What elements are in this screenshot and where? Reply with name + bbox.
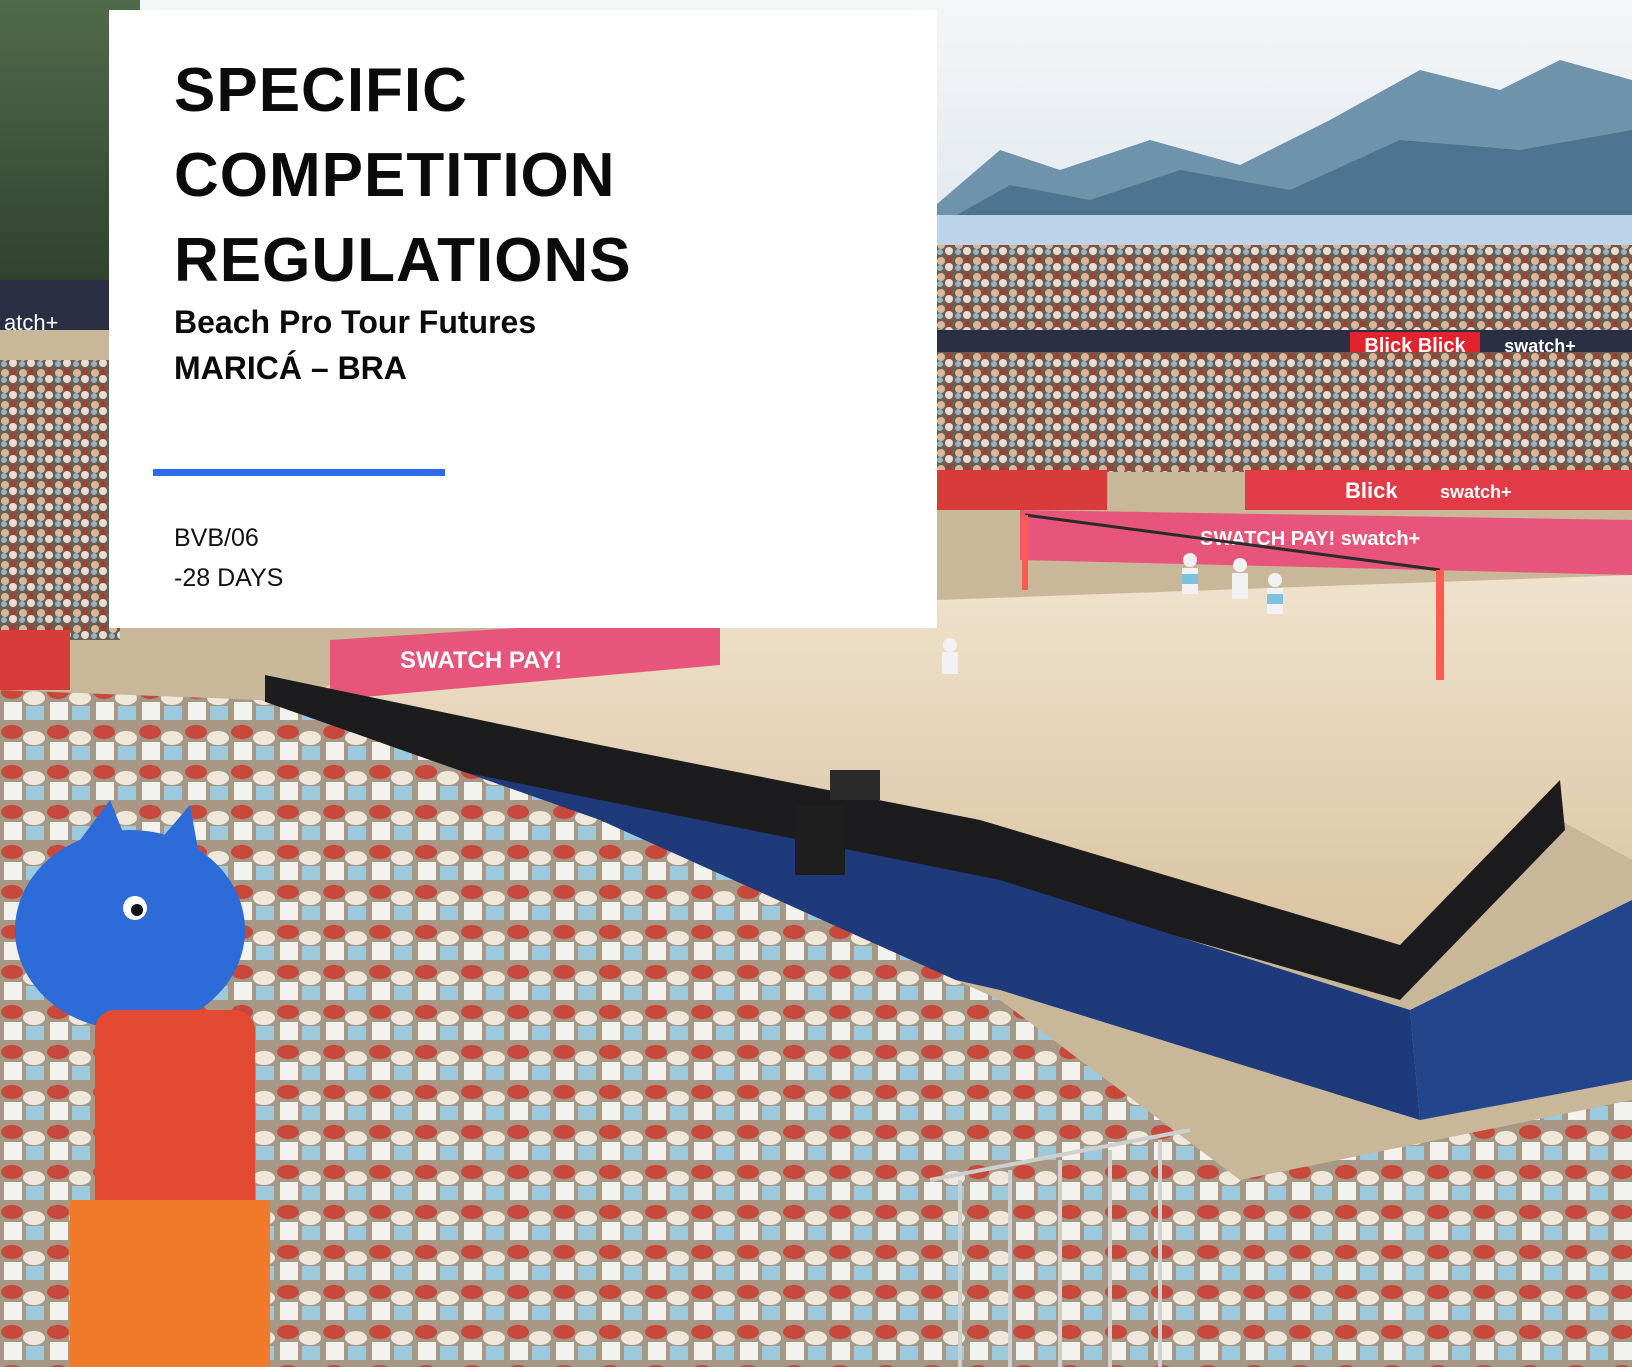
svg-text:swatch+: swatch+: [1440, 482, 1512, 502]
banner-swatch-pay: SWATCH PAY!: [400, 647, 562, 674]
reference-code: BVB/06: [174, 524, 259, 552]
accent-divider: [153, 469, 445, 476]
title-line-2: COMPETITION: [174, 141, 616, 210]
svg-text:Blick: Blick: [1345, 478, 1398, 503]
deadline-label: -28 DAYS: [174, 564, 284, 592]
document-meta: BVB/06 -28 DAYS: [174, 518, 283, 598]
title-line-1: SPECIFIC: [174, 56, 468, 125]
svg-text:atch+: atch+: [4, 310, 58, 335]
svg-text:SWATCH PAY! swatch+: SWATCH PAY! swatch+: [1200, 528, 1420, 550]
subtitle-line-event: Beach Pro Tour Futures: [174, 304, 537, 340]
document-subtitle: Beach Pro Tour Futures MARICÁ – BRA: [174, 299, 536, 391]
title-card: SPECIFIC COMPETITION REGULATIONS Beach P…: [109, 10, 937, 628]
subtitle-line-location: MARICÁ – BRA: [174, 350, 407, 386]
document-title: SPECIFIC COMPETITION REGULATIONS: [174, 48, 632, 303]
title-line-3: REGULATIONS: [174, 226, 632, 295]
